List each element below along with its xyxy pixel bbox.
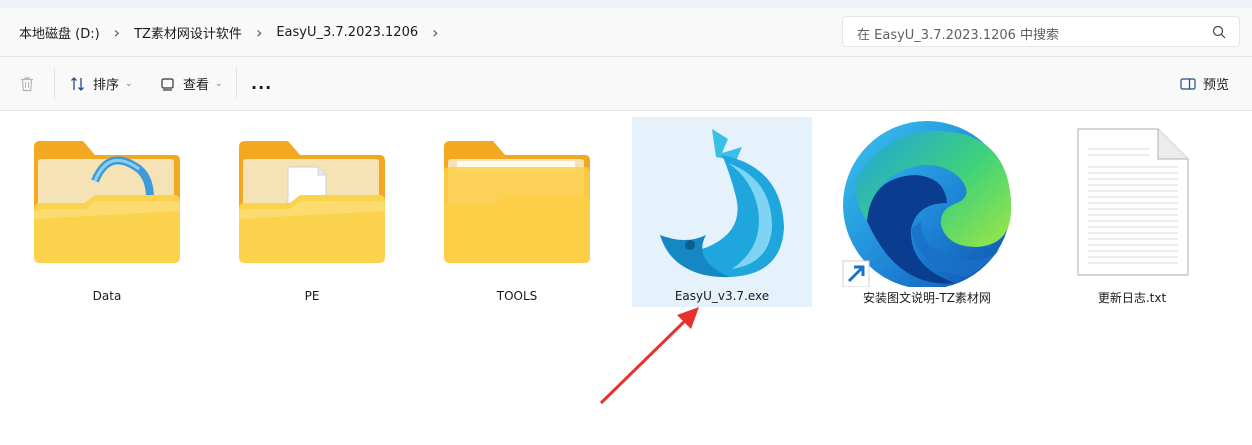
annotation-arrow-icon <box>599 307 699 405</box>
file-list: Data PE TOOLS EasyU_v3.7.exe 安装图文说明-TZ素材… <box>0 111 1252 445</box>
easyu-app-icon <box>660 129 784 278</box>
file-item-changelog-txt[interactable]: 更新日志.txt <box>1042 119 1222 309</box>
breadcrumb: 本地磁盘 (D:) › TZ素材网设计软件 › EasyU_3.7.2023.1… <box>0 8 449 56</box>
view-icon <box>161 77 174 91</box>
command-bar: 排序 ⌄ 查看 ⌄ ... 预览 <box>0 57 1252 111</box>
file-item-instructions-shortcut[interactable]: 安装图文说明-TZ素材网 <box>837 117 1017 307</box>
chevron-right-icon[interactable]: › <box>104 23 130 42</box>
file-name: Data <box>92 289 122 303</box>
file-name: 更新日志.txt <box>1097 291 1167 305</box>
sort-button[interactable]: 排序 ⌄ <box>69 57 133 110</box>
breadcrumb-item-drive[interactable]: 本地磁盘 (D:) <box>15 23 104 42</box>
preview-pane-button[interactable]: 预览 <box>1179 57 1229 110</box>
delete-button[interactable] <box>18 57 36 110</box>
search-input[interactable]: 在 EasyU_3.7.2023.1206 中搜索 <box>842 16 1240 47</box>
file-item-data[interactable]: Data <box>17 119 197 309</box>
address-bar: 本地磁盘 (D:) › TZ素材网设计软件 › EasyU_3.7.2023.1… <box>0 8 1252 57</box>
trash-icon <box>21 76 33 91</box>
search-placeholder: 在 EasyU_3.7.2023.1206 中搜索 <box>857 28 1060 43</box>
chevron-right-icon[interactable]: › <box>246 23 272 42</box>
search-icon[interactable] <box>1211 24 1227 40</box>
folder-icon <box>444 141 590 263</box>
chevron-right-icon[interactable]: › <box>422 23 448 42</box>
file-name: PE <box>304 289 320 303</box>
chevron-down-icon: ⌄ <box>215 78 223 89</box>
sort-icon <box>71 76 84 91</box>
toolbar-divider <box>236 68 237 99</box>
file-name: TOOLS <box>496 289 538 303</box>
view-label: 查看 <box>183 78 210 93</box>
file-item-easyu-exe[interactable]: EasyU_v3.7.exe <box>632 117 812 307</box>
preview-pane-icon <box>1180 77 1196 90</box>
toolbar-divider <box>54 68 55 99</box>
file-item-pe[interactable]: PE <box>222 119 402 309</box>
more-icon[interactable]: ... <box>251 57 272 110</box>
breadcrumb-item-folder[interactable]: TZ素材网设计软件 <box>130 23 246 42</box>
folder-icon <box>34 141 180 263</box>
file-item-tools[interactable]: TOOLS <box>427 119 607 309</box>
text-file-icon <box>1077 128 1189 276</box>
chevron-down-icon: ⌄ <box>125 78 133 89</box>
breadcrumb-item-current[interactable]: EasyU_3.7.2023.1206 <box>272 25 422 40</box>
preview-label: 预览 <box>1203 78 1230 93</box>
edge-shortcut-icon <box>842 121 1012 287</box>
file-name: 安装图文说明-TZ素材网 <box>863 291 991 305</box>
title-strip <box>0 0 1252 8</box>
sort-label: 排序 <box>93 78 120 93</box>
folder-icon <box>239 141 385 263</box>
view-button[interactable]: 查看 ⌄ <box>159 57 223 110</box>
